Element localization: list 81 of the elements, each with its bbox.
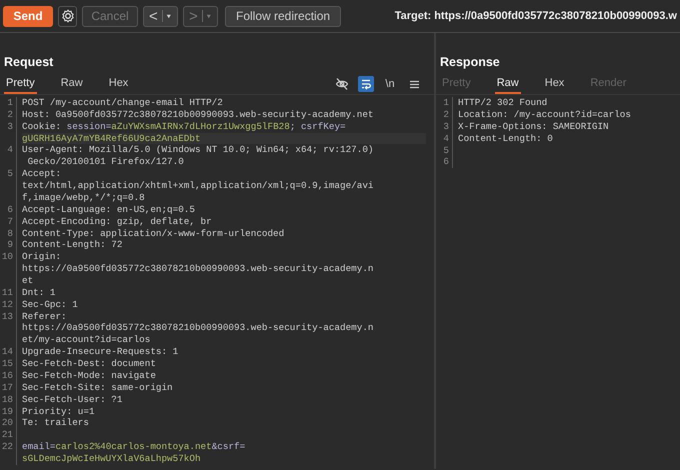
code-line: sGLDemcJpWcIeHwUYXlaV6aLhpw57kOh (22, 453, 202, 465)
code-line: Referer: (22, 310, 68, 322)
settings-button[interactable] (58, 6, 77, 26)
line-number: 22 (0, 441, 14, 454)
line-number: 4 (442, 132, 450, 144)
line-number: 14 (0, 346, 14, 358)
code-line: et/my-account?id=carlos (22, 334, 152, 346)
line-number: 1 (6, 97, 14, 109)
code-line: Cookie: session=aZuYWXsmAIRNx7dLHorz1Uwxgg5lFB28; csrfKey= (22, 120, 347, 133)
code-line: text/html,application/xhtml+xml,application/xml;q=0.9,image/avi (22, 180, 374, 192)
code-line: X-Frame-Options: SAMEORIGIN (458, 120, 610, 133)
code-line: Accept-Encoding: gzip, deflate, br (22, 216, 213, 228)
line-number: 5 (6, 168, 14, 182)
view-tab[interactable]: Pretty (4, 74, 37, 94)
code-line: https://0a9500fd035772c38078210b00990093.web-security-academy.n (22, 263, 374, 275)
code-line: Content-Length: 72 (22, 239, 124, 252)
hide-toggle[interactable] (334, 76, 350, 92)
code-line: Content-Length: 0 (458, 132, 554, 144)
code-line: Dnt: 1 (22, 286, 56, 299)
line-number: 18 (0, 394, 14, 406)
line-number: 6 (442, 156, 450, 168)
eye-slash-icon (336, 78, 348, 90)
code-line: Host: 0a9500fd035772c38078210b00990093.web-security-academy.net (22, 108, 374, 121)
line-number: 9 (6, 239, 14, 252)
line-number: 17 (0, 382, 14, 394)
code-line: f,image/webp,*/*;q=0.8 (22, 192, 146, 204)
line-number: 4 (6, 144, 14, 158)
line-number: 3 (442, 120, 450, 133)
caret-icon (167, 14, 172, 18)
line-number: 15 (0, 358, 14, 370)
view-tab[interactable]: Hex (106, 74, 130, 94)
code-line: Priority: u=1 (22, 406, 96, 418)
back-button[interactable]: < (143, 6, 178, 26)
view-tab[interactable]: Raw (494, 74, 521, 94)
code-line: POST /my-account/change-email HTTP/2 (22, 97, 224, 109)
caret-icon (207, 14, 212, 18)
code-line: Gecko/20100101 Firefox/127.0 (26, 156, 185, 168)
line-number: 1 (442, 97, 450, 109)
code-line: Accept: (22, 168, 62, 180)
code-line: Sec-Gpc: 1 (22, 298, 79, 311)
wrap-toggle[interactable] (358, 76, 374, 92)
code-line: Sec-Fetch-Dest: document (22, 358, 157, 370)
text-wrap-icon (361, 80, 371, 90)
line-number: 2 (6, 108, 14, 121)
line-number: 2 (442, 108, 450, 121)
view-tab[interactable]: Raw (58, 74, 85, 94)
code-line: Location: /my-account?id=carlos (458, 108, 632, 121)
panel-title: Request (3, 54, 54, 71)
code-line: Origin: (22, 251, 62, 264)
line-number: 7 (6, 216, 14, 228)
code-line: Te: trailers (22, 417, 90, 430)
code-line: User-Agent: Mozilla/5.0 (Windows NT 10.0; Win64; x64; rv:127.0) (22, 144, 374, 156)
line-number: 11 (0, 286, 14, 299)
line-number: 13 (0, 310, 14, 324)
panel-title: Response (439, 54, 501, 71)
code-line: Sec-Fetch-Site: same-origin (22, 382, 174, 394)
line-number: 8 (6, 228, 14, 240)
line-number: 10 (0, 251, 14, 264)
line-number: 12 (0, 298, 14, 311)
line-number: 6 (6, 204, 14, 216)
line-number: 20 (0, 417, 14, 430)
view-tab[interactable]: Hex (542, 74, 566, 94)
code-line: Sec-Fetch-User: ?1 (22, 394, 124, 406)
code-line: https://0a9500fd035772c38078210b00990093.web-security-academy.n (22, 322, 374, 334)
code-line: HTTP/2 302 Found (458, 97, 548, 109)
line-number: 5 (442, 144, 450, 156)
code-line: Upgrade-Insecure-Requests: 1 (22, 346, 180, 358)
menu-icon (408, 80, 420, 88)
line-number: 3 (6, 120, 14, 134)
line-number: 16 (0, 370, 14, 382)
code-line: Accept-Language: en-US,en;q=0.5 (22, 204, 196, 216)
line-number: 21 (0, 429, 14, 442)
code-line: et (22, 274, 34, 287)
code-line: email=carlos2%40carlos-montoya.net&csrf= (22, 441, 246, 454)
line-number: 19 (0, 406, 14, 418)
settings-icon (62, 9, 74, 23)
follow-redirection-button[interactable]: Follow redirection (225, 6, 342, 26)
target-url: Target: https://0a9500fd035772c38078210b00990093.w (394, 10, 677, 22)
code-line: Sec-Fetch-Mode: navigate (22, 370, 157, 382)
code-line: Content-Type: application/x-www-form-urlencoded (22, 228, 286, 240)
newline-toggle[interactable]: \n (382, 76, 398, 92)
